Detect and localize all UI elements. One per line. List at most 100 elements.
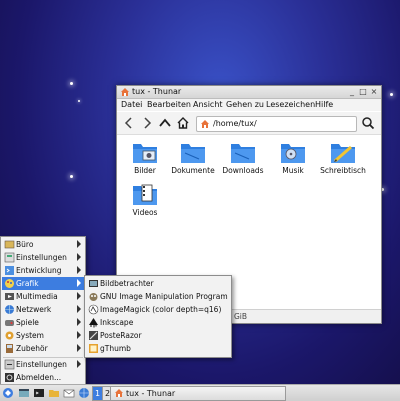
submenu-item-inkscape[interactable]: Inkscape (86, 316, 230, 329)
grafik-submenu: Bildbetrachter GNU Image Manipulation Pr… (84, 275, 232, 358)
gthumb-icon (89, 344, 98, 353)
taskbar: 1 2 tux - Thunar (0, 384, 400, 401)
submenu-arrow-icon (77, 292, 81, 300)
posterazor-icon (89, 331, 98, 340)
forward-icon[interactable] (140, 116, 154, 130)
menubar: Datei Bearbeiten Ansicht Gehen zu Leseze… (117, 99, 381, 111)
submenu-arrow-icon (77, 318, 81, 326)
show-desktop-icon[interactable] (18, 387, 30, 399)
home-folder-icon (115, 389, 123, 397)
location-path: /home/tux/ (213, 119, 257, 128)
star-decoration (390, 93, 393, 96)
menu-gehen-zu[interactable]: Gehen zu (226, 100, 264, 110)
file-item-videos[interactable]: Videos (120, 181, 170, 218)
start-menu: Büro Einstellungen Entwicklung Grafik Mu… (0, 236, 86, 385)
menu-item-einstellungen[interactable]: Einstellungen (2, 251, 84, 264)
submenu-arrow-icon (77, 344, 81, 352)
graphics-icon (5, 279, 14, 288)
menu-hilfe[interactable]: Hilfe (315, 100, 333, 110)
submenu-arrow-icon (77, 360, 81, 368)
submenu-arrow-icon (77, 240, 81, 248)
file-item-schreibtisch[interactable]: Schreibtisch (318, 139, 368, 176)
home-icon[interactable] (176, 116, 190, 130)
menu-item-abmelden[interactable]: Abmelden... (2, 371, 84, 384)
imagemagick-icon (88, 304, 99, 315)
network-icon (5, 305, 14, 314)
close-button[interactable]: × (369, 87, 379, 97)
folder-music-icon (281, 144, 305, 163)
submenu-arrow-icon (77, 253, 81, 261)
submenu-item-gimp[interactable]: GNU Image Manipulation Program (86, 290, 230, 303)
folder-pictures-icon (133, 144, 157, 163)
parent-folder-icon[interactable] (158, 116, 172, 130)
mail-icon[interactable] (63, 387, 75, 399)
system-icon (5, 331, 14, 340)
file-manager-icon[interactable] (48, 387, 60, 399)
star-decoration (70, 175, 73, 178)
home-folder-icon (121, 88, 129, 96)
multimedia-icon (5, 293, 14, 300)
window-title: tux - Thunar (132, 87, 182, 96)
menu-lesezeichen[interactable]: Lesezeichen (266, 100, 315, 110)
menu-item-buero[interactable]: Büro (2, 238, 84, 251)
home-folder-icon (201, 120, 209, 128)
file-item-musik[interactable]: Musik (268, 139, 318, 176)
logout-icon (5, 373, 14, 382)
inkscape-icon (89, 318, 98, 328)
window-titlebar[interactable]: tux - Thunar _ □ × (117, 86, 381, 99)
menu-item-multimedia[interactable]: Multimedia (2, 290, 84, 303)
submenu-arrow-icon (77, 279, 81, 287)
browser-icon[interactable] (78, 387, 90, 399)
submenu-item-imagemagick[interactable]: ImageMagick (color depth=q16) (86, 303, 230, 316)
menu-item-system[interactable]: System (2, 329, 84, 342)
accessories-icon (6, 344, 13, 353)
folder-documents-icon (181, 144, 205, 163)
taskbar-task-title: tux - Thunar (126, 389, 176, 398)
star-decoration (70, 82, 73, 85)
location-bar[interactable]: /home/tux/ (196, 116, 357, 132)
search-icon[interactable] (361, 116, 375, 130)
file-label: Bilder (134, 166, 156, 175)
menu-item-zubehoer[interactable]: Zubehör (2, 342, 84, 355)
submenu-arrow-icon (77, 266, 81, 274)
start-menu-icon[interactable] (2, 387, 14, 399)
file-label: Videos (132, 208, 158, 217)
office-icon (4, 240, 15, 249)
back-icon[interactable] (122, 116, 136, 130)
star-decoration (78, 100, 80, 102)
folder-downloads-icon (231, 144, 255, 163)
folder-videos-icon (133, 184, 157, 205)
menu-ansicht[interactable]: Ansicht (193, 100, 223, 110)
file-label: Downloads (222, 166, 264, 175)
settings-icon (4, 252, 15, 263)
toolbar: /home/tux/ (117, 112, 381, 135)
taskbar-task-thunar[interactable]: tux - Thunar (110, 386, 286, 401)
terminal-icon[interactable] (33, 387, 45, 399)
menu-datei[interactable]: Datei (121, 100, 142, 110)
folder-desktop-icon (331, 144, 355, 163)
submenu-item-bildbetrachter[interactable]: Bildbetrachter (86, 277, 230, 290)
gimp-icon (89, 293, 98, 301)
menu-bearbeiten[interactable]: Bearbeiten (147, 100, 191, 110)
preferences-icon (4, 359, 15, 370)
games-icon (5, 320, 14, 326)
file-item-bilder[interactable]: Bilder (120, 139, 170, 176)
file-label: Musik (282, 166, 304, 175)
maximize-button[interactable]: □ (358, 87, 368, 97)
file-item-dokumente[interactable]: Dokumente (168, 139, 218, 176)
development-icon (5, 266, 14, 275)
submenu-arrow-icon (77, 305, 81, 313)
file-label: Dokumente (171, 166, 215, 175)
submenu-item-gthumb[interactable]: gThumb (86, 342, 230, 355)
file-item-downloads[interactable]: Downloads (218, 139, 268, 176)
menu-item-grafik[interactable]: Grafik (2, 277, 84, 290)
menu-item-entwicklung[interactable]: Entwicklung (2, 264, 84, 277)
menu-item-spiele[interactable]: Spiele (2, 316, 84, 329)
image-viewer-icon (89, 280, 98, 287)
submenu-arrow-icon (77, 331, 81, 339)
menu-item-einstellungen-2[interactable]: Einstellungen (2, 358, 84, 371)
submenu-item-posterazor[interactable]: PosteRazor (86, 329, 230, 342)
file-label: Schreibtisch (320, 166, 366, 175)
menu-item-netzwerk[interactable]: Netzwerk (2, 303, 84, 316)
minimize-button[interactable]: _ (347, 87, 357, 97)
